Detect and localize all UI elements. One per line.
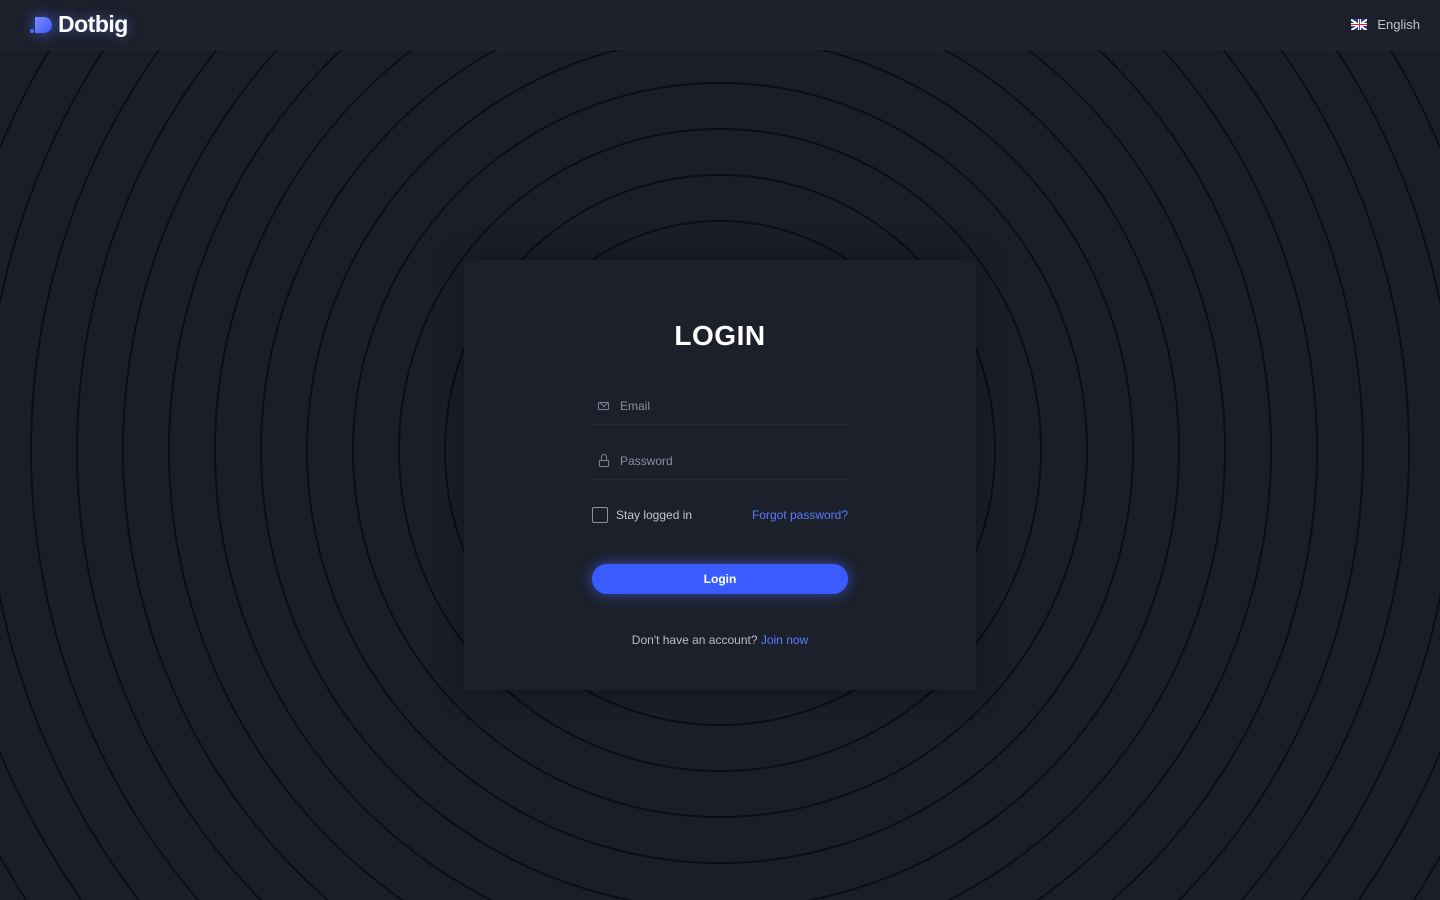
forgot-password-link[interactable]: Forgot password? [752, 508, 848, 522]
stay-logged-in-label[interactable]: Stay logged in [616, 508, 692, 522]
uk-flag-icon [1351, 19, 1368, 30]
language-label: English [1377, 17, 1420, 32]
login-card: LOGIN Stay logged in Forgot password? Lo… [464, 260, 976, 690]
join-now-link[interactable]: Join now [761, 633, 808, 647]
dotbig-logo-icon [30, 16, 54, 34]
password-input[interactable] [620, 453, 840, 468]
signup-prompt: Don't have an account? Join now [464, 633, 976, 647]
mail-icon [594, 396, 614, 416]
login-button[interactable]: Login [592, 564, 848, 594]
page-title: LOGIN [674, 320, 766, 351]
stay-logged-in: Stay logged in [592, 507, 692, 523]
no-account-text: Don't have an account? [631, 633, 758, 647]
stay-logged-in-checkbox[interactable] [592, 507, 608, 523]
top-bar: Dotbig English [0, 0, 1440, 50]
email-field [592, 387, 848, 425]
brand-name: Dotbig [58, 11, 128, 37]
login-options-row: Stay logged in Forgot password? [592, 506, 848, 524]
email-input[interactable] [620, 398, 840, 413]
lock-icon [594, 451, 614, 471]
password-field [592, 442, 848, 480]
language-selector[interactable]: English [1351, 17, 1420, 32]
brand-logo[interactable]: Dotbig [30, 11, 128, 38]
